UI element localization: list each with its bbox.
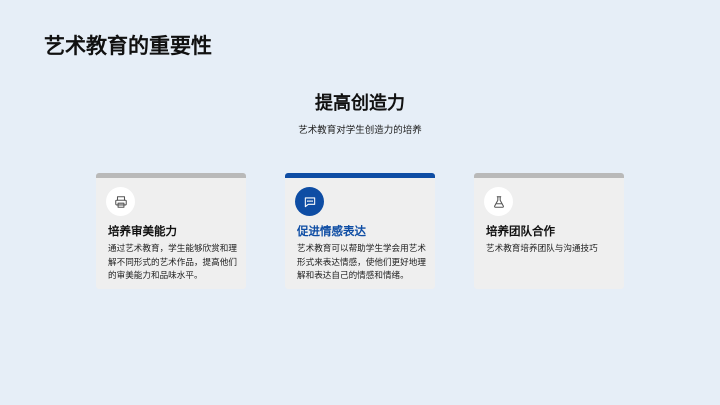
section-subtitle: 艺术教育对学生创造力的培养 [298, 125, 422, 136]
card-title: 培养团队合作 [486, 224, 555, 238]
card-top-bar [96, 173, 246, 178]
printer-icon [106, 187, 135, 216]
message-icon [295, 187, 324, 216]
page-title: 艺术教育的重要性 [44, 34, 212, 58]
flask-icon [484, 187, 513, 216]
card-text: 艺术教育可以帮助学生学会用艺术形式来表达情感，使他们更好地理解和表达自己的情感和… [297, 244, 426, 281]
card-teamwork: 培养团队合作 艺术教育培养团队与沟通技巧 [474, 173, 624, 289]
card-emotion: 促进情感表达 艺术教育可以帮助学生学会用艺术形式来表达情感，使他们更好地理解和表… [285, 173, 435, 289]
card-aesthetic: 培养审美能力 通过艺术教育，学生能够欣赏和理解不同形式的艺术作品，提高他们的审美… [96, 173, 246, 289]
card-text: 艺术教育培养团队与沟通技巧 [486, 244, 598, 254]
card-top-bar [474, 173, 624, 178]
card-text: 通过艺术教育，学生能够欣赏和理解不同形式的艺术作品，提高他们的审美能力和品味水平… [108, 244, 237, 281]
card-title: 促进情感表达 [297, 224, 366, 238]
card-top-bar [285, 173, 435, 178]
card-title: 培养审美能力 [108, 224, 177, 238]
section-title: 提高创造力 [315, 93, 405, 114]
